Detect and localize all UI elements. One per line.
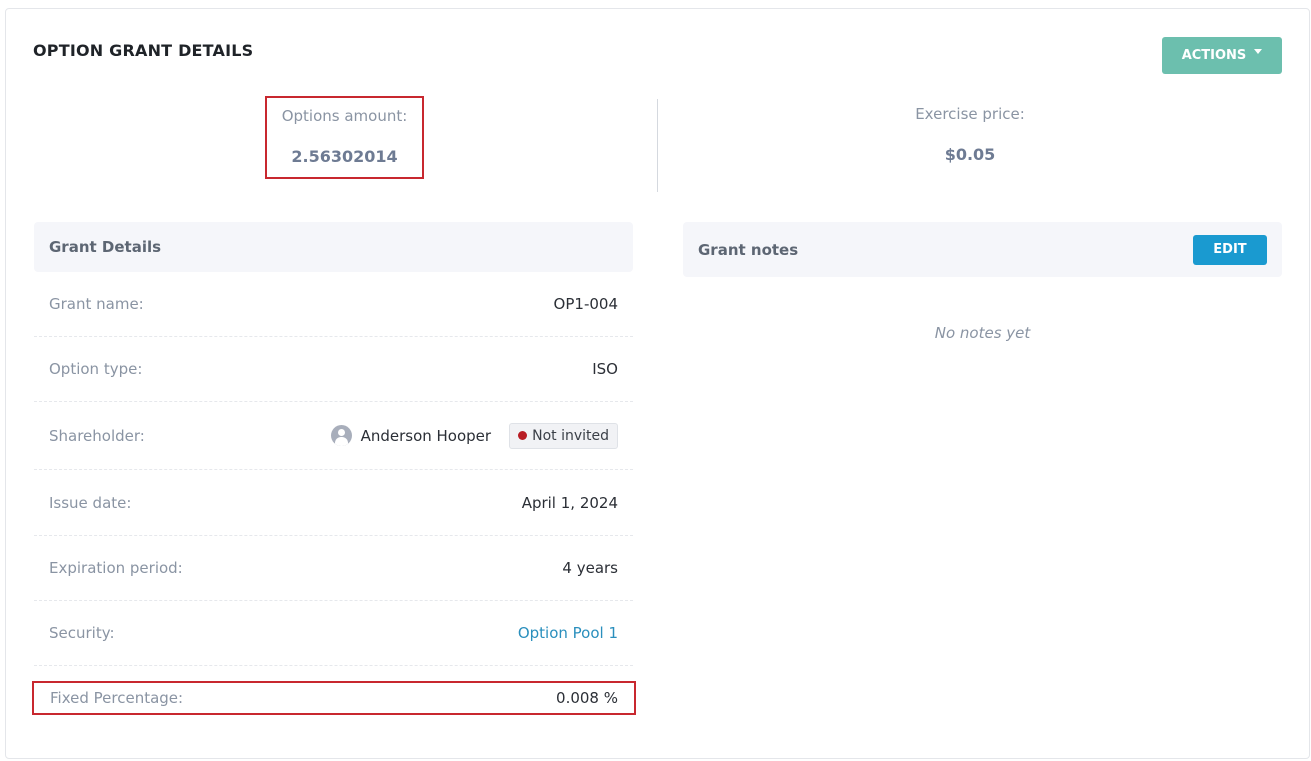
no-notes-message: No notes yet <box>934 324 1031 342</box>
caret-down-icon <box>1254 49 1263 54</box>
options-amount-label: Options amount: <box>281 107 408 125</box>
status-badge: Not invited <box>509 422 618 449</box>
actions-button-label: ACTIONS <box>1181 48 1247 63</box>
user-icon <box>330 425 352 446</box>
shareholder-value: Anderson Hooper Not invited <box>330 422 618 449</box>
grant-name-value: OP1-004 <box>553 295 618 313</box>
status-badge-label: Not invited <box>532 427 609 444</box>
issue-date-value: April 1, 2024 <box>521 493 618 512</box>
detail-row-grant-name: Grant name: OP1-004 <box>34 272 633 337</box>
fixed-percentage-label: Fixed Percentage: <box>50 689 184 707</box>
exercise-price-value: $0.05 <box>944 145 996 164</box>
detail-row-option-type: Option type: ISO <box>34 337 633 402</box>
grant-notes-header: Grant notes EDIT <box>683 222 1282 277</box>
options-amount-value: 2.56302014 <box>291 147 398 166</box>
expiration-period-value: 4 years <box>562 559 618 577</box>
stats-divider <box>657 99 658 192</box>
detail-row-security: Security: Option Pool 1 <box>34 601 633 666</box>
grant-details-header: Grant Details <box>34 222 633 272</box>
grant-name-label: Grant name: <box>49 295 144 313</box>
fixed-percentage-value: 0.008 % <box>556 689 618 707</box>
security-label: Security: <box>49 624 115 642</box>
shareholder-label: Shareholder: <box>49 426 145 445</box>
detail-row-expiration-period: Expiration period: 4 years <box>34 536 633 601</box>
shareholder-name[interactable]: Anderson Hooper <box>361 427 492 445</box>
edit-notes-button[interactable]: EDIT <box>1193 234 1267 265</box>
detail-row-issue-date: Issue date: April 1, 2024 <box>34 470 633 536</box>
page-title: OPTION GRANT DETAILS <box>33 41 254 60</box>
options-amount-stat: Options amount: 2.56302014 <box>265 96 424 179</box>
expiration-period-label: Expiration period: <box>49 559 183 577</box>
status-dot-icon <box>518 431 528 440</box>
option-type-value: ISO <box>592 360 618 378</box>
detail-row-fixed-percentage: Fixed Percentage: 0.008 % <box>32 681 636 715</box>
grant-details-title: Grant Details <box>49 238 162 256</box>
grant-notes-title: Grant notes <box>698 240 799 259</box>
detail-row-shareholder: Shareholder: Anderson Hooper Not invited <box>34 402 633 470</box>
actions-dropdown-button[interactable]: ACTIONS <box>1162 37 1282 74</box>
security-link[interactable]: Option Pool 1 <box>518 624 618 642</box>
exercise-price-label: Exercise price: <box>915 105 1025 123</box>
exercise-price-stat: Exercise price: $0.05 <box>820 98 1120 164</box>
issue-date-label: Issue date: <box>49 493 132 512</box>
option-type-label: Option type: <box>49 360 143 378</box>
